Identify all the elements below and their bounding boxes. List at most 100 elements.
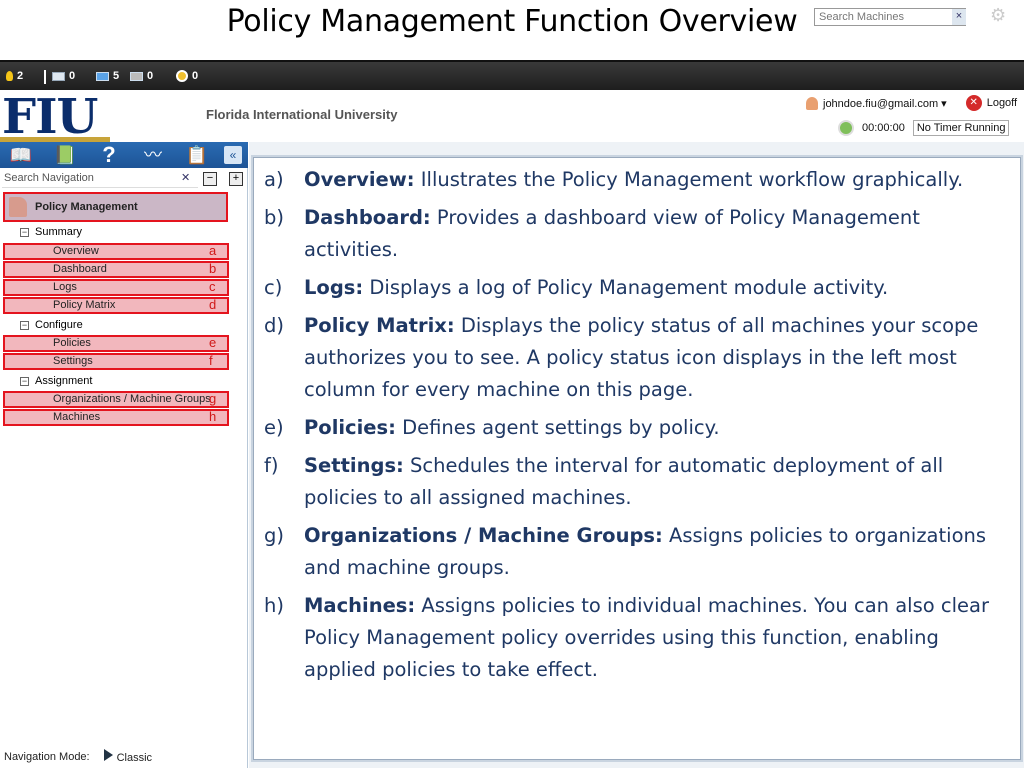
monitor-online-icon bbox=[96, 71, 109, 81]
definition-term: Overview: bbox=[304, 168, 415, 191]
nav-item-label: Policy Matrix bbox=[53, 299, 116, 311]
search-machines-input[interactable]: Search Machines bbox=[814, 8, 966, 26]
user-icon bbox=[806, 96, 818, 110]
folder-summary[interactable]: − Summary bbox=[20, 226, 82, 238]
search-clear-button[interactable]: × bbox=[952, 9, 966, 25]
online-count: 5 bbox=[113, 70, 120, 82]
folder-configure[interactable]: − Configure bbox=[20, 319, 83, 331]
nav-item-label: Dashboard bbox=[53, 263, 107, 275]
help-icon[interactable]: ? bbox=[96, 142, 122, 168]
nav-item-tag: d bbox=[209, 297, 217, 312]
nav-item-tag: h bbox=[209, 409, 217, 424]
nav-search-clear-icon[interactable]: ✕ bbox=[181, 171, 190, 184]
messages-counter[interactable]: 0 bbox=[52, 70, 75, 82]
book-icon[interactable]: 📖 bbox=[8, 142, 34, 168]
definition-text: Displays a log of Policy Management modu… bbox=[363, 276, 889, 299]
nav-item-machines[interactable]: Machines h bbox=[3, 409, 229, 426]
expand-all-icon[interactable]: + bbox=[229, 172, 243, 186]
nav-item-label: Logs bbox=[53, 281, 77, 293]
nav-item-overview[interactable]: Overview a bbox=[3, 243, 229, 260]
definition-item: g) Organizations / Machine Groups: Assig… bbox=[264, 520, 1008, 584]
play-icon bbox=[103, 749, 113, 761]
definition-term: Settings: bbox=[304, 454, 404, 477]
search-navigation-input[interactable]: Search Navigation bbox=[2, 172, 198, 188]
timer-value: 00:00:00 bbox=[862, 122, 905, 134]
messages-count: 0 bbox=[69, 70, 76, 82]
nav-item-label: Overview bbox=[53, 245, 99, 257]
nav-footer: Navigation Mode: Classic bbox=[4, 749, 152, 764]
definition-item: e) Policies: Defines agent settings by p… bbox=[264, 412, 1008, 444]
divider bbox=[44, 70, 46, 84]
definition-term: Dashboard: bbox=[304, 206, 431, 229]
folder-label: Assignment bbox=[35, 375, 93, 387]
timer-bar: 00:00:00 No Timer Running bbox=[838, 120, 1010, 136]
fiu-logo: FIU bbox=[2, 89, 98, 145]
collapse-icon[interactable]: − bbox=[20, 320, 29, 330]
nav-item-logs[interactable]: Logs c bbox=[3, 279, 229, 296]
definition-item: b) Dashboard: Provides a dashboard view … bbox=[264, 202, 1008, 266]
definitions-callout: a) Overview: Illustrates the Policy Mana… bbox=[253, 157, 1021, 760]
collapse-icon[interactable]: − bbox=[20, 227, 29, 237]
chart-icon[interactable]: 〰 bbox=[140, 142, 166, 168]
nav-item-tag: b bbox=[209, 261, 217, 276]
definition-term: Logs: bbox=[304, 276, 364, 299]
definition-text: Defines agent settings by policy. bbox=[395, 416, 720, 439]
alerts-count: 2 bbox=[17, 70, 24, 82]
nav-item-label: Policies bbox=[53, 337, 91, 349]
module-policy-management[interactable]: Policy Management bbox=[3, 192, 228, 222]
book-add-icon[interactable]: 📗 bbox=[52, 142, 78, 168]
clipboard-icon[interactable]: 📋 bbox=[184, 142, 210, 168]
offline-count: 0 bbox=[147, 70, 154, 82]
nav-item-tag: a bbox=[209, 243, 217, 258]
nav-item-label: Organizations / Machine Groups bbox=[53, 393, 211, 405]
envelope-icon bbox=[52, 71, 65, 81]
nav-item-policies[interactable]: Policies e bbox=[3, 335, 229, 352]
status-bar: 2 0 5 0 0 bbox=[0, 60, 1024, 90]
nav-item-dashboard[interactable]: Dashboard b bbox=[3, 261, 229, 278]
definition-letter: h) bbox=[264, 594, 284, 617]
definition-term: Policies: bbox=[304, 416, 396, 439]
definition-letter: d) bbox=[264, 314, 284, 337]
collapse-all-icon[interactable]: − bbox=[203, 172, 217, 186]
definition-item: h) Machines: Assigns policies to individ… bbox=[264, 590, 1008, 686]
user-menu[interactable]: johndoe.fiu@gmail.com ▾ ✕ Logoff bbox=[806, 95, 1017, 111]
nav-mode-value: Classic bbox=[116, 752, 153, 764]
timer-icon[interactable] bbox=[838, 120, 854, 136]
nav-item-tag: c bbox=[209, 279, 216, 294]
timer-status[interactable]: No Timer Running bbox=[912, 120, 1010, 136]
definition-item: d) Policy Matrix: Displays the policy st… bbox=[264, 310, 1008, 406]
offline-machines-counter[interactable]: 0 bbox=[130, 70, 153, 82]
university-name: Florida International University bbox=[206, 107, 398, 122]
definition-letter: f) bbox=[264, 454, 279, 477]
scroll-icon bbox=[9, 197, 27, 217]
folder-label: Configure bbox=[35, 319, 83, 331]
definition-letter: a) bbox=[264, 168, 284, 191]
clock-icon bbox=[176, 70, 188, 82]
user-email[interactable]: johndoe.fiu@gmail.com ▾ bbox=[823, 97, 947, 110]
nav-mode-toggle[interactable]: Classic bbox=[103, 749, 153, 764]
definition-term: Policy Matrix: bbox=[304, 314, 455, 337]
definition-term: Organizations / Machine Groups: bbox=[304, 524, 663, 547]
folder-assignment[interactable]: − Assignment bbox=[20, 375, 92, 387]
definition-letter: e) bbox=[264, 416, 284, 439]
lightbulb-icon bbox=[6, 71, 13, 81]
folder-label: Summary bbox=[35, 226, 83, 238]
nav-item-policy-matrix[interactable]: Policy Matrix d bbox=[3, 297, 229, 314]
nav-item-organizations-machine-groups[interactable]: Organizations / Machine Groups g bbox=[3, 391, 229, 408]
module-label: Policy Management bbox=[35, 201, 138, 213]
nav-item-settings[interactable]: Settings f bbox=[3, 353, 229, 370]
nav-toolbar: 📖 📗 ? 〰 📋 bbox=[0, 142, 248, 168]
collapse-nav-button[interactable]: « bbox=[224, 146, 242, 164]
gear-icon[interactable]: ⚙ bbox=[990, 6, 1006, 24]
alerts-counter[interactable]: 2 bbox=[6, 70, 23, 82]
definition-item: c) Logs: Displays a log of Policy Manage… bbox=[264, 272, 1008, 304]
definition-letter: g) bbox=[264, 524, 284, 547]
nav-item-tag: f bbox=[209, 353, 213, 368]
nav-mode-label: Navigation Mode: bbox=[4, 750, 90, 763]
collapse-icon[interactable]: − bbox=[20, 376, 29, 386]
timers-counter[interactable]: 0 bbox=[176, 70, 198, 82]
online-machines-counter[interactable]: 5 bbox=[96, 70, 119, 82]
logoff-link[interactable]: Logoff bbox=[987, 97, 1017, 109]
monitor-offline-icon bbox=[130, 71, 143, 81]
logoff-icon[interactable]: ✕ bbox=[965, 95, 982, 111]
